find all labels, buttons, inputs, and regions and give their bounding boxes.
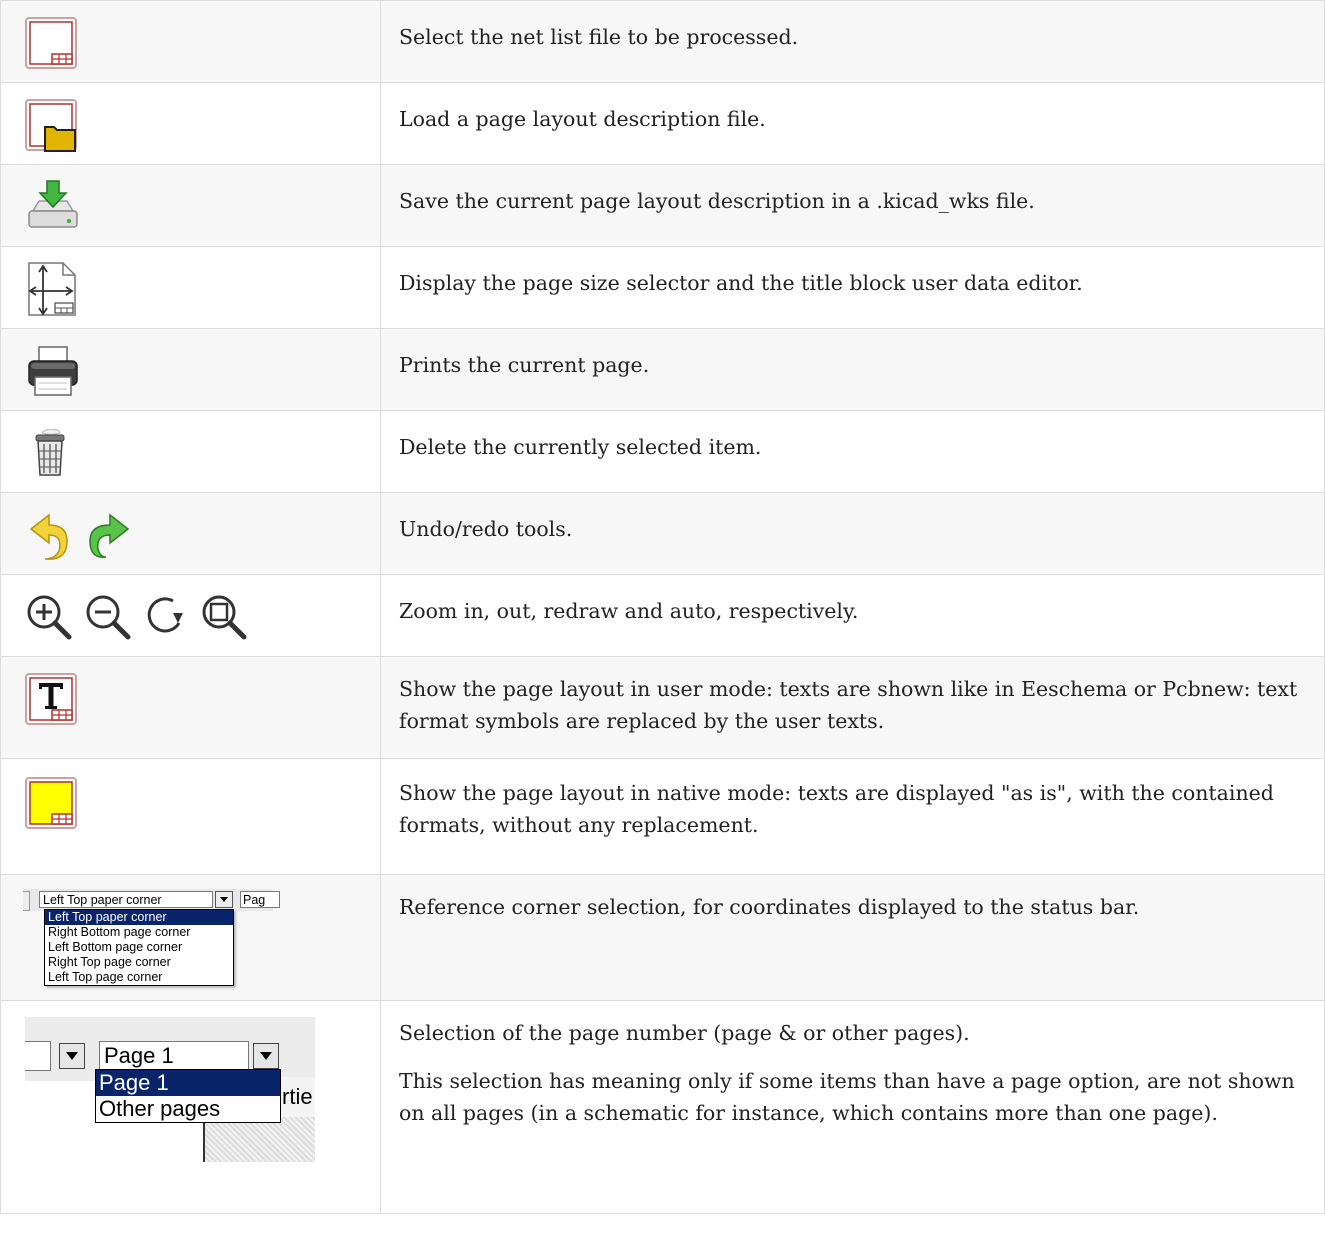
row-text-secondary: This selection has meaning only if some …: [399, 1069, 1295, 1125]
table-row: Show the page layout in user mode: texts…: [0, 656, 1325, 759]
description-cell: Show the page layout in user mode: texts…: [380, 656, 1325, 759]
icon-cell: [0, 656, 381, 759]
hatched-area: [203, 1117, 315, 1162]
row-text: Delete the currently selected item.: [399, 435, 762, 459]
dropdown-option[interactable]: Left Top page corner: [45, 970, 233, 985]
table-row: Display the page size selector and the t…: [0, 246, 1325, 329]
description-cell: Prints the current page.: [380, 328, 1325, 411]
description-cell: Load a page layout description file.: [380, 82, 1325, 165]
row-text: Selection of the page number (page & or …: [399, 1021, 970, 1045]
table-row: Zoom in, out, redraw and auto, respectiv…: [0, 574, 1325, 657]
icon-cell: Page 1 rtie Page 1 Other pages: [0, 1000, 381, 1214]
dropdown-option[interactable]: Other pages: [96, 1096, 280, 1122]
toolbar-edge: [23, 891, 30, 911]
description-cell: Zoom in, out, redraw and auto, respectiv…: [380, 574, 1325, 657]
table-row: Save the current page layout description…: [0, 164, 1325, 247]
undo-icon[interactable]: [25, 507, 75, 567]
redo-icon[interactable]: [84, 507, 134, 567]
reference-corner-combo[interactable]: Left Top paper corner: [39, 891, 213, 908]
description-cell: Reference corner selection, for coordina…: [380, 874, 1325, 1001]
dropdown-option[interactable]: Right Top page corner: [45, 955, 233, 970]
reference-corner-options: Left Top paper corner Right Bottom page …: [44, 909, 234, 986]
icon-cell: [0, 492, 381, 575]
row-text: Show the page layout in native mode: tex…: [399, 781, 1274, 837]
trash-icon[interactable]: [25, 427, 75, 483]
table-row: Prints the current page.: [0, 328, 1325, 411]
table-row: Load a page layout description file.: [0, 82, 1325, 165]
native-mode-icon[interactable]: [25, 777, 79, 835]
row-text: Load a page layout description file.: [399, 107, 766, 131]
previous-combo-edge: [25, 1041, 51, 1071]
icon-cell: [0, 758, 381, 875]
description-cell: Undo/redo tools.: [380, 492, 1325, 575]
zoom-out-icon[interactable]: [84, 593, 134, 645]
row-text: Zoom in, out, redraw and auto, respectiv…: [399, 599, 859, 623]
table-row: Undo/redo tools.: [0, 492, 1325, 575]
description-cell: Save the current page layout description…: [380, 164, 1325, 247]
toolbar-reference-table: Select the net list file to be processed…: [0, 0, 1325, 1214]
reference-corner-dropdown[interactable]: Left Top paper corner Pag Left Top paper…: [23, 889, 280, 999]
dropdown-option[interactable]: Page 1: [96, 1070, 280, 1096]
row-text: Prints the current page.: [399, 353, 650, 377]
page-number-dropdown[interactable]: Page 1 rtie Page 1 Other pages: [25, 1017, 315, 1162]
icon-cell: Left Top paper corner Pag Left Top paper…: [0, 874, 381, 1001]
table-row: Delete the currently selected item.: [0, 410, 1325, 493]
chevron-down-icon[interactable]: [215, 891, 233, 908]
netlist-file-icon[interactable]: [25, 17, 79, 75]
page-number-options: Page 1 Other pages: [95, 1069, 281, 1123]
row-text: Select the net list file to be processed…: [399, 25, 799, 49]
description-cell: Show the page layout in native mode: tex…: [380, 758, 1325, 875]
redraw-icon[interactable]: [143, 593, 189, 645]
dropdown-option[interactable]: Right Bottom page corner: [45, 925, 233, 940]
icon-cell: [0, 246, 381, 329]
description-cell: Selection of the page number (page & or …: [380, 1000, 1325, 1214]
chevron-down-icon[interactable]: [253, 1043, 279, 1069]
row-text: Save the current page layout description…: [399, 189, 1035, 213]
row-text: Display the page size selector and the t…: [399, 271, 1083, 295]
properties-tab-partial[interactable]: rtie: [277, 1077, 315, 1117]
save-drive-icon[interactable]: [25, 179, 81, 237]
row-text: Show the page layout in user mode: texts…: [399, 677, 1298, 733]
page-combo-partial[interactable]: Pag: [240, 891, 280, 908]
dropdown-option[interactable]: Left Bottom page corner: [45, 940, 233, 955]
printer-icon[interactable]: [25, 345, 81, 401]
chevron-down-icon[interactable]: [59, 1043, 85, 1069]
icon-cell: [0, 82, 381, 165]
description-cell: Delete the currently selected item.: [380, 410, 1325, 493]
table-row: Page 1 rtie Page 1 Other pages Selection…: [0, 1000, 1325, 1214]
page-size-icon[interactable]: [25, 261, 79, 321]
load-layout-folder-icon[interactable]: [25, 99, 79, 157]
table-row: Show the page layout in native mode: tex…: [0, 758, 1325, 875]
description-cell: Select the net list file to be processed…: [380, 0, 1325, 83]
table-row: Left Top paper corner Pag Left Top paper…: [0, 874, 1325, 1001]
dropdown-option[interactable]: Left Top paper corner: [45, 910, 233, 925]
icon-cell: [0, 328, 381, 411]
user-mode-icon[interactable]: [25, 673, 79, 731]
description-cell: Display the page size selector and the t…: [380, 246, 1325, 329]
icon-cell: [0, 164, 381, 247]
zoom-auto-icon[interactable]: [200, 593, 250, 645]
icon-cell: [0, 574, 381, 657]
table-row: Select the net list file to be processed…: [0, 0, 1325, 83]
zoom-in-icon[interactable]: [25, 593, 75, 645]
row-text: Undo/redo tools.: [399, 517, 573, 541]
row-text: Reference corner selection, for coordina…: [399, 895, 1140, 919]
icon-cell: [0, 410, 381, 493]
icon-cell: [0, 0, 381, 83]
page-number-combo[interactable]: Page 1: [99, 1041, 249, 1071]
